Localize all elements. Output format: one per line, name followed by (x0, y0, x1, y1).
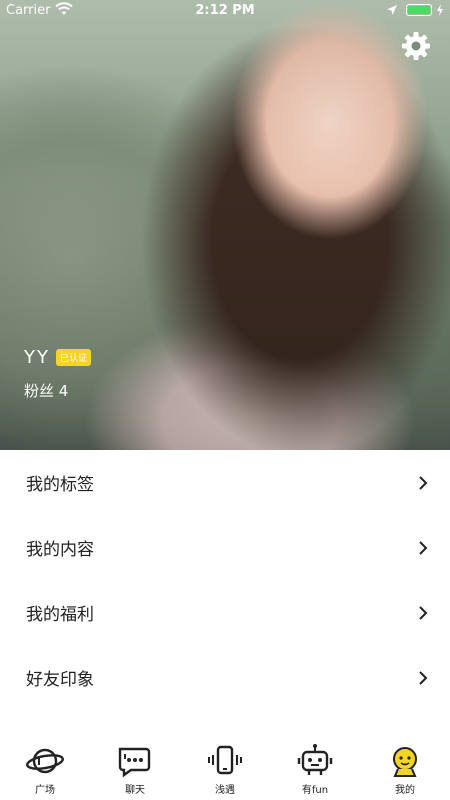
planet-icon (26, 748, 64, 774)
tab-label: 广场 (35, 785, 55, 796)
tab-chat[interactable]: 聊天 (90, 743, 180, 800)
chevron-right-icon (419, 605, 428, 620)
tab-label: 有fun (301, 785, 329, 796)
menu-item-label: 好友印象 (26, 670, 94, 690)
tab-fun[interactable]: 有fun (270, 743, 360, 800)
tab-mine[interactable]: 我的 (360, 743, 450, 800)
menu-item-my-tags[interactable]: 我的标签 (0, 450, 450, 515)
profile-menu: 我的标签 我的内容 我的福利 好友印象 (0, 450, 450, 710)
verified-badge: 已认证 (56, 349, 92, 366)
menu-item-label: 我的内容 (26, 540, 94, 560)
location-arrow-icon (387, 5, 397, 15)
menu-item-friend-impressions[interactable]: 好友印象 (0, 645, 450, 710)
charging-bolt-icon (437, 4, 443, 16)
menu-item-my-benefits[interactable]: 我的福利 (0, 580, 450, 645)
chevron-right-icon (419, 475, 428, 490)
status-bar: Carrier 2:12 PM (0, 0, 450, 22)
chevron-right-icon (419, 540, 428, 555)
profile-info: YY 已认证 粉丝 4 (24, 347, 92, 401)
profile-face-icon (393, 747, 417, 777)
chevron-right-icon (419, 670, 428, 685)
tab-encounter[interactable]: 浅遇 (180, 743, 270, 800)
menu-item-label: 我的标签 (26, 475, 94, 495)
chat-icon (118, 747, 151, 778)
bottom-tab-bar: 广场 聊天 浅遇 有fun 我的 (0, 743, 450, 800)
settings-gear-icon[interactable] (400, 30, 432, 62)
fans-count[interactable]: 粉丝 4 (24, 380, 91, 401)
battery-icon (406, 4, 432, 16)
tab-square[interactable]: 广场 (0, 743, 90, 800)
robot-icon (297, 744, 333, 775)
profile-name: YY (24, 347, 50, 368)
tab-label: 聊天 (125, 785, 145, 796)
status-time: 2:12 PM (195, 3, 255, 18)
profile-cover-photo: Carrier 2:12 PM YY 已认证 粉丝 4 (0, 0, 450, 450)
tab-label: 我的 (395, 785, 415, 796)
menu-item-label: 我的福利 (26, 605, 94, 625)
phone-vibrate-icon (208, 745, 242, 775)
menu-item-my-content[interactable]: 我的内容 (0, 515, 450, 580)
tab-label: 浅遇 (215, 785, 235, 796)
